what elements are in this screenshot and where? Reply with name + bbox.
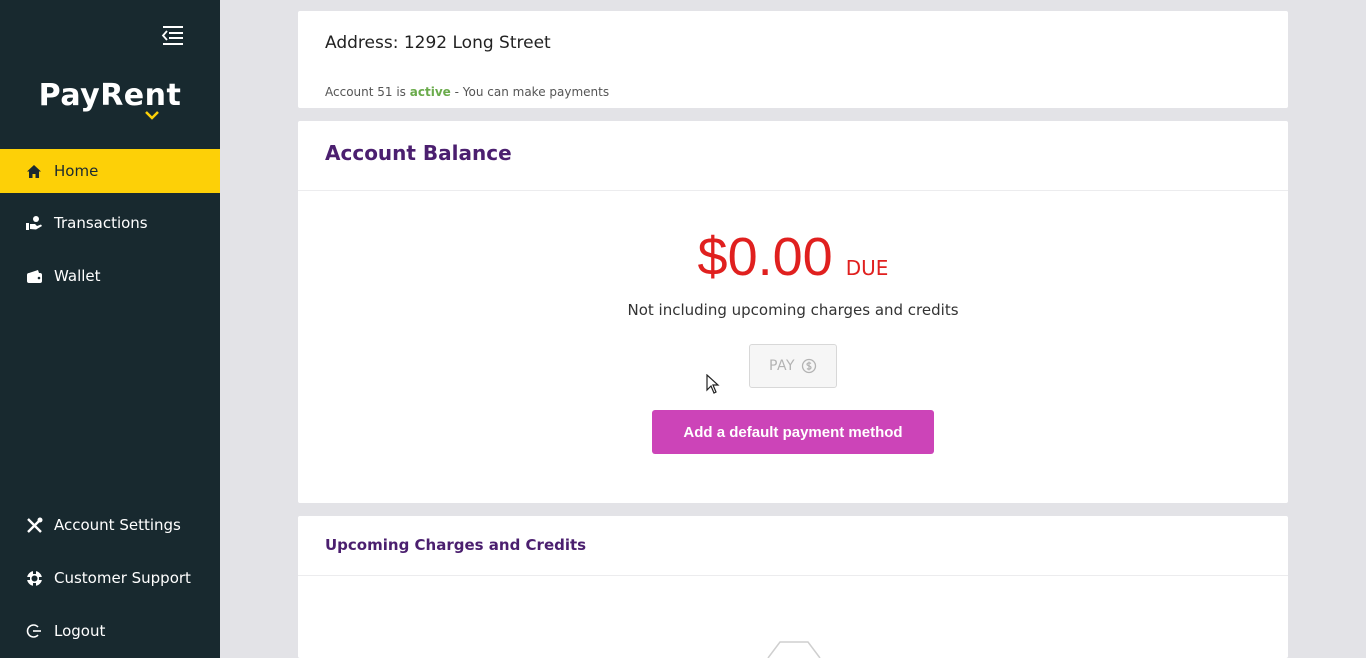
wallet-icon: [25, 267, 43, 285]
address-title: Address: 1292 Long Street: [325, 33, 551, 53]
transactions-icon: [25, 214, 43, 232]
payrent-logo[interactable]: PayRent: [0, 78, 220, 113]
upcoming-charges-card: Upcoming Charges and Credits: [298, 516, 1288, 658]
balance-amount-row: $0.00 DUE: [298, 226, 1288, 288]
sidebar-item-label: Customer Support: [54, 569, 191, 587]
sidebar-item-home[interactable]: Home: [0, 149, 220, 193]
dollar-circle-icon: [801, 358, 817, 374]
logout-icon: [25, 622, 43, 640]
sidebar-item-label: Wallet: [54, 267, 101, 285]
balance-title: Account Balance: [325, 141, 512, 165]
due-label: DUE: [845, 256, 889, 280]
status-suffix: - You can make payments: [454, 85, 610, 99]
account-balance-card: Account Balance $0.00 DUE Not including …: [298, 121, 1288, 503]
balance-note: Not including upcoming charges and credi…: [627, 301, 959, 319]
upcoming-title: Upcoming Charges and Credits: [325, 536, 587, 554]
logo-caret-icon: [145, 111, 159, 120]
add-payment-method-button[interactable]: Add a default payment method: [652, 410, 934, 454]
sidebar-item-transactions[interactable]: Transactions: [0, 201, 220, 245]
divider: [298, 190, 1288, 191]
tools-icon: [25, 516, 43, 534]
status-badge: active: [409, 85, 451, 99]
balance-amount: $0.00: [697, 227, 833, 287]
mouse-cursor-icon: [706, 374, 720, 394]
sidebar-item-label: Account Settings: [54, 516, 181, 534]
menu-toggle-icon[interactable]: [160, 23, 186, 47]
sidebar-item-label: Home: [54, 162, 99, 180]
sidebar: PayRent Home Transactions Wallet Account…: [0, 0, 220, 658]
sidebar-item-label: Transactions: [54, 214, 148, 232]
sidebar-item-logout[interactable]: Logout: [0, 609, 220, 653]
sidebar-item-label: Logout: [54, 622, 106, 640]
sidebar-item-customer-support[interactable]: Customer Support: [0, 556, 220, 600]
loading-icon: [767, 641, 821, 658]
pay-button-label: PAY: [768, 358, 796, 374]
pay-button[interactable]: PAY: [749, 344, 837, 388]
sidebar-item-wallet[interactable]: Wallet: [0, 254, 220, 298]
divider: [298, 575, 1288, 576]
status-prefix: Account 51 is: [325, 85, 406, 99]
home-icon: [25, 162, 43, 180]
support-icon: [25, 569, 43, 587]
sidebar-item-account-settings[interactable]: Account Settings: [0, 503, 220, 547]
account-status: Account 51 is active - You can make paym…: [325, 85, 609, 99]
address-card: Address: 1292 Long Street Account 51 is …: [298, 11, 1288, 108]
